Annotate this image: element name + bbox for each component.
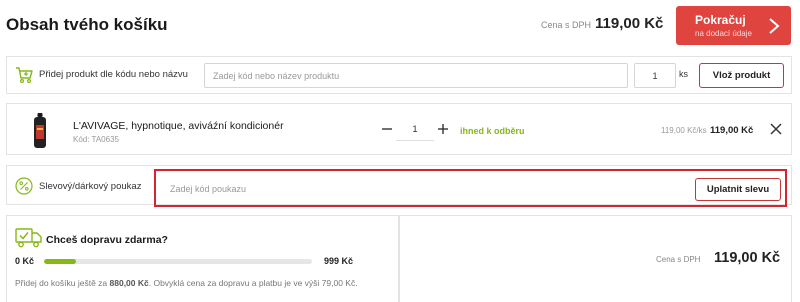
free-shipping-progress-bar [44, 259, 312, 264]
progress-start-label: 0 Kč [15, 256, 35, 266]
add-by-code-panel: Přidej produkt dle kódu nebo názvu ks Vl… [6, 56, 792, 94]
item-quantity-input[interactable] [396, 119, 434, 141]
progress-end-label: 999 Kč [324, 256, 354, 266]
availability-status: ihned k odběru [460, 126, 525, 136]
note-amount: 880,00 Kč [109, 278, 149, 288]
header-vat-label: Cena s DPH [541, 20, 592, 30]
voucher-panel: Slevový/dárkový poukaz Uplatnit slevu [6, 165, 792, 207]
add-by-code-label: Přidej produkt dle kódu nebo názvu [39, 69, 188, 80]
truck-check-icon [15, 228, 42, 248]
increase-quantity-button[interactable] [435, 119, 451, 139]
note-before: Přidej do košíku ještě za [15, 278, 108, 288]
insert-product-button[interactable]: Vlož produkt [699, 63, 784, 88]
continue-button[interactable]: Pokračuj na dodací údaje [676, 6, 791, 45]
decrease-quantity-button[interactable] [379, 119, 395, 139]
order-summary-panel: Cena s DPH 119,00 Kč [399, 215, 792, 302]
apply-discount-button[interactable]: Uplatnit slevu [695, 178, 781, 201]
unit-price: 119,00 Kč/ks [661, 126, 707, 135]
product-code: Kód: TA0635 [73, 135, 119, 144]
voucher-highlight-frame: Uplatnit slevu [154, 169, 787, 207]
summary-vat-label: Cena s DPH [656, 255, 701, 264]
line-total-price: 119,00 Kč [710, 125, 754, 136]
add-quantity-input[interactable] [634, 63, 676, 88]
product-name[interactable]: L'AVIVAGE, hypnotique, aviváźní kondicio… [73, 120, 284, 132]
cart-item: L'AVIVAGE, hypnotique, aviváźní kondicio… [6, 103, 792, 155]
product-code-input[interactable] [204, 63, 628, 88]
header-total-price: 119,00 Kč [595, 15, 664, 32]
cart-header: Obsah tvého košíku Cena s DPH 119,00 Kč … [0, 0, 800, 52]
free-shipping-note: Přidej do košíku ještě za 880,00 Kč. Obv… [15, 278, 358, 288]
progress-fill [44, 259, 77, 264]
note-after: . Obvyklá cena za dopravu a platbu je ve… [148, 278, 358, 288]
voucher-label: Slevový/dárkový poukaz [39, 181, 142, 192]
remove-item-icon[interactable] [770, 123, 782, 135]
page-title: Obsah tvého košíku [6, 15, 168, 34]
voucher-code-input[interactable] [165, 178, 692, 199]
summary-total-price: 119,00 Kč [714, 250, 781, 266]
percent-icon [15, 177, 33, 195]
quantity-unit: ks [679, 69, 688, 79]
continue-button-sublabel: na dodací údaje [695, 29, 752, 38]
free-shipping-title: Chceš dopravu zdarma? [46, 234, 168, 246]
continue-button-label: Pokračuj [695, 13, 746, 27]
product-image[interactable] [33, 113, 47, 148]
cart-add-icon [16, 67, 33, 84]
free-shipping-panel: Chceš dopravu zdarma? 0 Kč 999 Kč Přidej… [6, 215, 399, 302]
chevron-right-icon [769, 18, 780, 34]
